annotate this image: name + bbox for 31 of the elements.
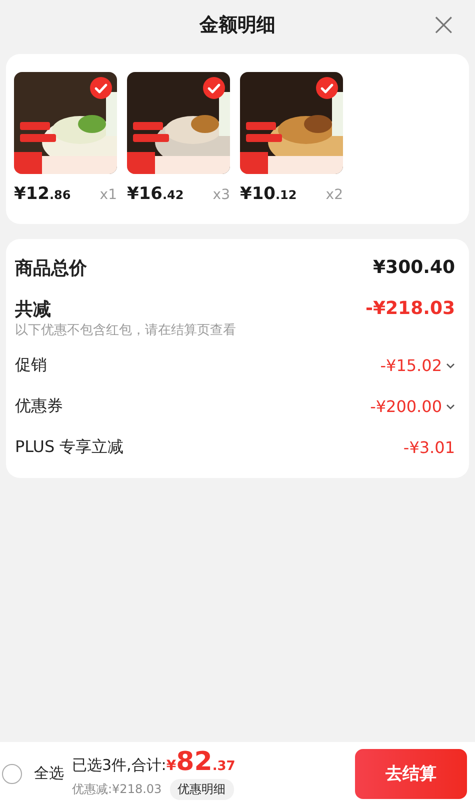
product-price: ¥12.86: [14, 184, 71, 204]
summary-amount: ¥300.40: [373, 257, 455, 278]
chevron-down-icon[interactable]: [446, 404, 455, 410]
discount-amount: -¥200.00: [370, 397, 442, 416]
discount-amount: -¥15.02: [380, 356, 442, 375]
check-icon[interactable]: [316, 77, 338, 99]
discount-label: PLUS 专享立减: [15, 437, 124, 458]
chevron-down-icon[interactable]: [446, 362, 455, 368]
savings-text: 优惠减:¥218.03: [72, 781, 162, 798]
checkout-button[interactable]: 去结算: [355, 748, 467, 798]
product-price: ¥16.42: [127, 184, 184, 204]
page-title: 金额明细: [200, 13, 276, 38]
discount-amount: -¥218.03: [366, 298, 455, 319]
discount-label: 优惠券: [15, 396, 63, 417]
discount-label: 促销: [15, 355, 47, 376]
select-all-label[interactable]: 全选: [34, 764, 64, 783]
check-icon[interactable]: [90, 77, 112, 99]
discount-note: 以下优惠不包含红包，请在结算页查看: [15, 322, 237, 339]
check-icon[interactable]: [203, 77, 225, 99]
summary-label: 共减: [15, 298, 51, 320]
close-button[interactable]: ×: [426, 8, 461, 40]
discount-amount: -¥3.01: [403, 438, 455, 457]
product-quantity: x3: [212, 187, 230, 203]
selected-count: 已选3件,合计:: [72, 756, 166, 775]
product-quantity: x2: [326, 187, 343, 203]
summary-label: 商品总价: [15, 256, 87, 280]
details-button[interactable]: 优惠明细: [170, 779, 234, 800]
select-all-radio[interactable]: [2, 764, 22, 784]
product-price: ¥10.12: [240, 184, 297, 204]
total-price: ¥82.37: [166, 747, 236, 777]
product-quantity: x1: [100, 187, 117, 203]
